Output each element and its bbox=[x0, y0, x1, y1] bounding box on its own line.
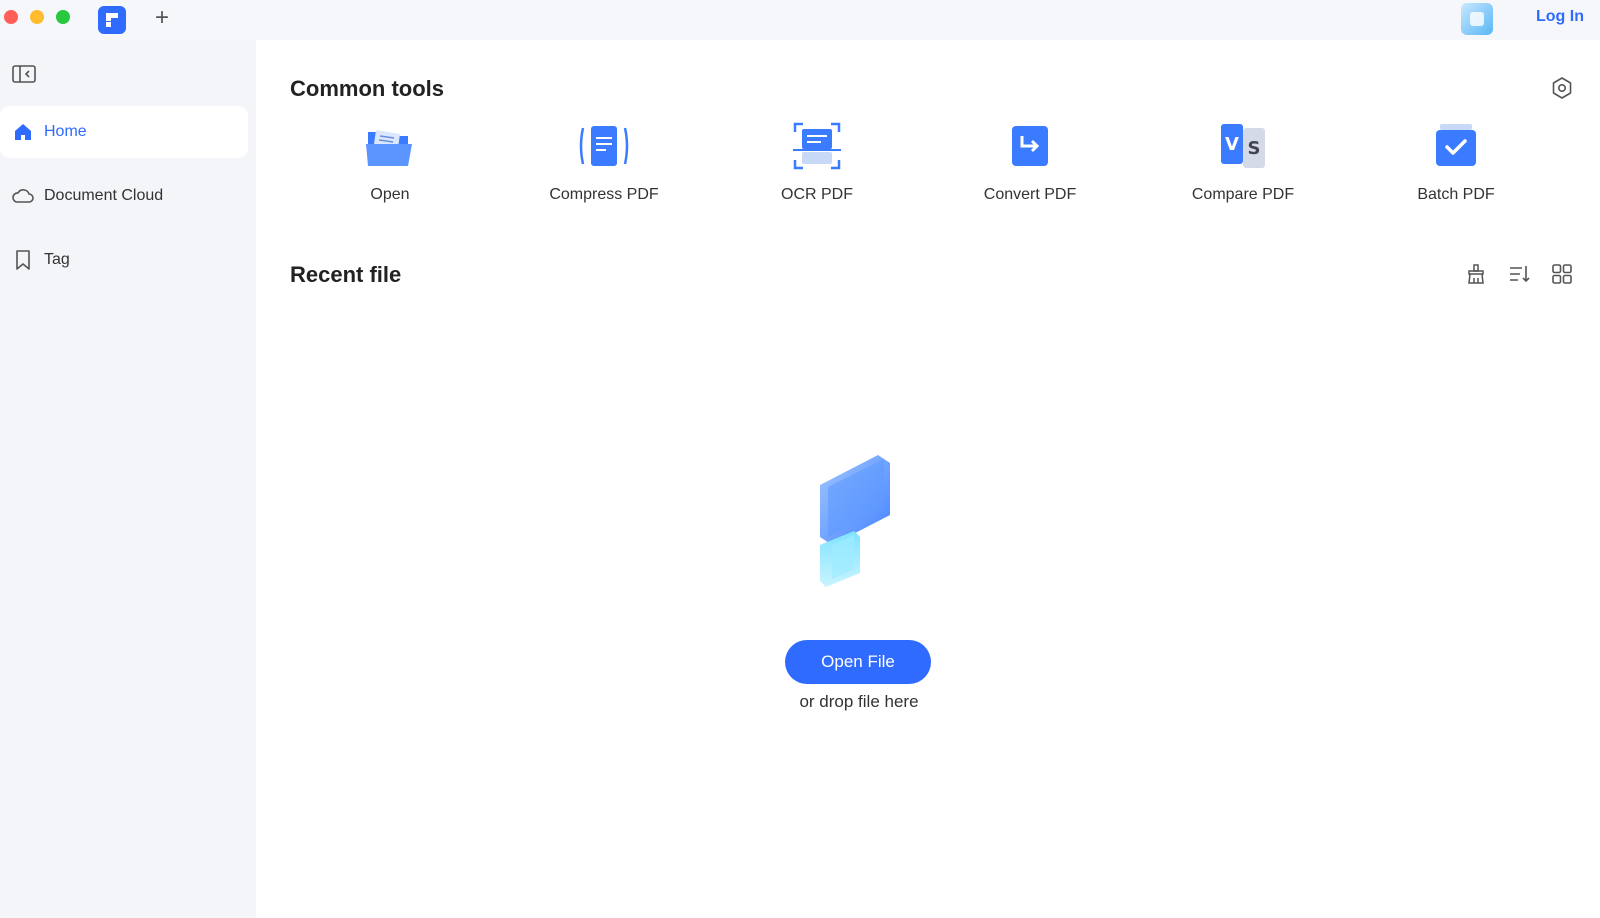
settings-icon[interactable] bbox=[1550, 76, 1574, 100]
tool-label: Convert PDF bbox=[983, 186, 1077, 203]
maximize-window-button[interactable] bbox=[56, 10, 70, 24]
svg-text:S: S bbox=[1248, 138, 1261, 159]
clean-broom-icon[interactable] bbox=[1464, 262, 1488, 286]
tool-label: Open bbox=[370, 186, 410, 203]
sidebar-item-label: Tag bbox=[44, 251, 70, 268]
avatar[interactable] bbox=[1461, 3, 1493, 35]
sidebar-item-label: Document Cloud bbox=[44, 187, 164, 204]
tool-ocr-pdf[interactable]: OCR PDF bbox=[717, 116, 917, 226]
tool-open[interactable]: Open bbox=[290, 116, 490, 226]
tool-batch-pdf[interactable]: Batch PDF bbox=[1356, 116, 1556, 226]
tool-label: Compress PDF bbox=[549, 186, 659, 203]
sort-icon[interactable] bbox=[1507, 262, 1531, 286]
convert-pdf-icon bbox=[1004, 120, 1056, 172]
bookmark-icon bbox=[10, 247, 36, 273]
tool-convert-pdf[interactable]: Convert PDF bbox=[930, 116, 1130, 226]
recent-file-heading: Recent file bbox=[290, 262, 402, 287]
common-tools-heading: Common tools bbox=[290, 76, 444, 101]
new-tab-plus-icon[interactable]: + bbox=[150, 6, 174, 30]
sidebar: Home Document Cloud Tag bbox=[0, 40, 256, 918]
home-icon bbox=[10, 119, 36, 145]
sidebar-item-home[interactable]: Home bbox=[0, 106, 248, 158]
app-logo-icon[interactable] bbox=[98, 6, 126, 34]
sidebar-item-tag[interactable]: Tag bbox=[0, 234, 248, 286]
tool-label: Batch PDF bbox=[1417, 186, 1495, 203]
main-content: Common tools Open Compress PDF OCR PDF C… bbox=[256, 40, 1600, 918]
close-window-button[interactable] bbox=[4, 10, 18, 24]
grid-view-icon[interactable] bbox=[1550, 262, 1574, 286]
minimize-window-button[interactable] bbox=[30, 10, 44, 24]
empty-folder-illustration-icon bbox=[808, 445, 918, 595]
tool-label: OCR PDF bbox=[781, 186, 853, 203]
batch-pdf-icon bbox=[1430, 120, 1482, 172]
sidebar-item-document-cloud[interactable]: Document Cloud bbox=[0, 170, 248, 222]
svg-text:V: V bbox=[1225, 134, 1239, 155]
common-tools-row: Open Compress PDF OCR PDF Convert PDF V … bbox=[290, 116, 1570, 236]
title-bar: + Log In bbox=[0, 0, 1600, 40]
tool-compare-pdf[interactable]: V S Compare PDF bbox=[1143, 116, 1343, 226]
compare-pdf-icon: V S bbox=[1217, 120, 1269, 172]
sidebar-collapse-icon[interactable] bbox=[12, 64, 36, 84]
tool-compress-pdf[interactable]: Compress PDF bbox=[504, 116, 704, 226]
open-folder-icon bbox=[364, 120, 416, 172]
cloud-icon bbox=[10, 183, 36, 209]
ocr-pdf-icon bbox=[791, 120, 843, 172]
login-link[interactable]: Log In bbox=[1536, 8, 1584, 26]
drop-file-hint: or drop file here bbox=[799, 692, 919, 711]
sidebar-item-label: Home bbox=[44, 123, 87, 140]
compress-pdf-icon bbox=[578, 120, 630, 172]
open-file-button[interactable]: Open File bbox=[785, 640, 931, 684]
tool-label: Compare PDF bbox=[1191, 186, 1295, 203]
